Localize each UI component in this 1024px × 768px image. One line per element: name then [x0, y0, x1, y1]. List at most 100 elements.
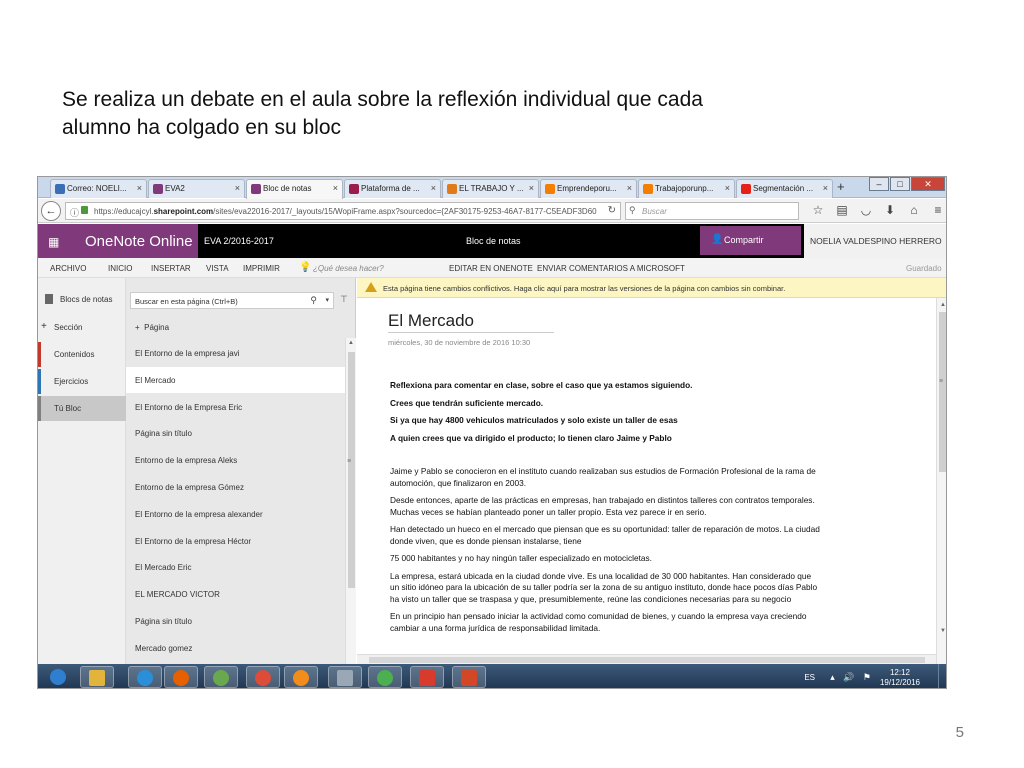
- content-scrollbar[interactable]: ▲ ≡ ▼: [936, 298, 946, 664]
- page-body[interactable]: Reflexiona para comentar en clase, sobre…: [390, 380, 820, 640]
- taskbar-app-button[interactable]: [284, 666, 318, 688]
- browser-tab[interactable]: EVA2 ×: [148, 179, 245, 198]
- page-list-item[interactable]: El Entorno de la empresa Héctor: [126, 528, 348, 554]
- download-icon[interactable]: ⬇: [878, 203, 902, 217]
- taskbar-app-button[interactable]: [246, 666, 280, 688]
- show-desktop-button[interactable]: [938, 664, 946, 688]
- tab-archivo[interactable]: ARCHIVO: [50, 264, 86, 273]
- taskbar-app-button[interactable]: [328, 666, 362, 688]
- pages-scroll-thumb[interactable]: [348, 352, 355, 588]
- tray-icons[interactable]: ▴ 🔊 ⚑: [830, 672, 874, 683]
- edit-in-onenote-button[interactable]: EDITAR EN ONENOTE: [449, 264, 533, 273]
- browser-search-input[interactable]: ⚲ Buscar: [625, 202, 799, 220]
- section-item[interactable]: Ejercicios: [38, 369, 126, 394]
- page-list-item[interactable]: Entorno de la empresa Gómez: [126, 474, 348, 500]
- feedback-button[interactable]: ENVIAR COMENTARIOS A MICROSOFT: [537, 264, 685, 273]
- search-icon[interactable]: ⚲: [310, 295, 317, 306]
- close-tab-icon[interactable]: ×: [431, 183, 436, 193]
- conflict-warning-bar[interactable]: Esta página tiene cambios conflictivos. …: [357, 278, 946, 298]
- url-prefix: https://educajcyl.: [94, 207, 154, 216]
- page-list-item[interactable]: EL MERCADO VICTOR: [126, 581, 348, 607]
- close-window-icon[interactable]: ✕: [911, 177, 945, 191]
- maximize-icon[interactable]: □: [890, 177, 910, 191]
- close-tab-icon[interactable]: ×: [725, 183, 730, 193]
- page-list-item[interactable]: Página sin título: [126, 608, 348, 634]
- page-list-item[interactable]: Entorno de la empresa Aleks: [126, 447, 348, 473]
- home-icon[interactable]: ⌂: [902, 203, 926, 217]
- taskbar-app-button[interactable]: [80, 666, 114, 688]
- section-item[interactable]: Contenidos: [38, 342, 126, 367]
- url-domain: sharepoint.com: [153, 207, 214, 216]
- taskbar-app-button[interactable]: [164, 666, 198, 688]
- taskbar-app-button[interactable]: [452, 666, 486, 688]
- explorer-folder-icon: [89, 670, 105, 686]
- onenote-header: ▦ OneNote Online EVA 2/2016-2017 Bloc de…: [38, 224, 946, 258]
- pin-icon[interactable]: ⊤: [340, 294, 348, 305]
- info-icon[interactable]: ⓘ: [70, 206, 79, 219]
- bookmarks-list-icon[interactable]: ▤: [830, 203, 854, 217]
- back-button[interactable]: ←: [41, 201, 61, 221]
- scroll-down-icon[interactable]: ▼: [940, 628, 946, 634]
- browser-tab[interactable]: Trabajoporunp... ×: [638, 179, 735, 198]
- browser-tab[interactable]: Bloc de notas ×: [246, 179, 343, 199]
- share-button[interactable]: 👤 Compartir: [700, 226, 801, 255]
- tab-inicio[interactable]: INICIO: [108, 264, 132, 273]
- tab-insertar[interactable]: INSERTAR: [151, 264, 191, 273]
- taskbar-app-button[interactable]: [128, 666, 162, 688]
- bookmark-star-icon[interactable]: ☆: [806, 203, 830, 217]
- page-list-item[interactable]: El Entorno de la empresa javi: [126, 340, 348, 366]
- new-tab-icon[interactable]: +: [837, 179, 845, 194]
- tab-imprimir[interactable]: IMPRIMIR: [243, 264, 280, 273]
- blogger-icon: [545, 184, 555, 194]
- add-page-button[interactable]: + Página: [135, 323, 169, 332]
- menu-icon[interactable]: ≡: [926, 203, 946, 217]
- page-search-input[interactable]: Buscar en esta página (Ctrl+B) ⚲ ▾: [130, 292, 334, 309]
- page-list-item[interactable]: Página sin título: [126, 420, 348, 446]
- taskbar-app-button[interactable]: [368, 666, 402, 688]
- page-list-item[interactable]: El Mercado: [126, 366, 348, 393]
- horizontal-scrollbar[interactable]: [357, 654, 936, 664]
- browser-tab[interactable]: Correo: NOELI... ×: [50, 179, 147, 198]
- chevron-down-icon[interactable]: ▾: [325, 296, 329, 304]
- reload-icon[interactable]: ↻: [608, 205, 616, 216]
- browser-tab[interactable]: Segmentación ... ×: [736, 179, 833, 198]
- content-scroll-thumb[interactable]: [939, 312, 946, 472]
- scroll-up-icon[interactable]: ▲: [348, 340, 354, 346]
- pages-scrollbar[interactable]: ▲ ≡: [345, 338, 356, 664]
- page-list-item[interactable]: El Entorno de la empresa alexander: [126, 501, 348, 527]
- close-tab-icon[interactable]: ×: [333, 183, 338, 193]
- scroll-up-icon[interactable]: ▲: [940, 302, 946, 308]
- add-section-button[interactable]: + Sección: [38, 315, 126, 340]
- start-orb-icon: [50, 669, 66, 685]
- address-bar[interactable]: ⓘ https://educajcyl.sharepoint.com/sites…: [65, 202, 621, 220]
- page-list-item[interactable]: El Mercado Eric: [126, 554, 348, 580]
- close-tab-icon[interactable]: ×: [235, 183, 240, 193]
- horizontal-scroll-thumb[interactable]: [369, 657, 925, 663]
- close-tab-icon[interactable]: ×: [529, 183, 534, 193]
- app-launcher-icon[interactable]: ▦: [48, 235, 59, 249]
- tab-vista[interactable]: VISTA: [206, 264, 229, 273]
- user-name[interactable]: NOELIA VALDESPINO HERRERO: [804, 224, 946, 258]
- pocket-icon[interactable]: ◡: [854, 203, 878, 217]
- clock[interactable]: 12:12 19/12/2016: [880, 668, 920, 688]
- taskbar-app-button[interactable]: [42, 666, 76, 688]
- app-icon: [213, 670, 229, 686]
- page-list-item[interactable]: El Entorno de la Empresa Eric: [126, 394, 348, 420]
- page-list-item[interactable]: Mercado gomez: [126, 635, 348, 661]
- browser-tab[interactable]: EL TRABAJO Y ... ×: [442, 179, 539, 198]
- browser-tab[interactable]: Emprendeporu... ×: [540, 179, 637, 198]
- section-item[interactable]: Tú Bloc: [38, 396, 126, 421]
- close-tab-icon[interactable]: ×: [823, 183, 828, 193]
- page-title[interactable]: El Mercado: [388, 311, 474, 331]
- taskbar-app-button[interactable]: [204, 666, 238, 688]
- minimize-icon[interactable]: –: [869, 177, 889, 191]
- tell-me-input[interactable]: ¿Qué desea hacer?: [313, 264, 384, 273]
- close-tab-icon[interactable]: ×: [627, 183, 632, 193]
- language-indicator[interactable]: ES: [804, 673, 815, 682]
- app-name[interactable]: OneNote Online: [85, 233, 193, 250]
- taskbar-app-button[interactable]: [410, 666, 444, 688]
- browser-tab[interactable]: Plataforma de ... ×: [344, 179, 441, 198]
- notebook-name[interactable]: EVA 2/2016-2017: [204, 236, 274, 246]
- close-tab-icon[interactable]: ×: [137, 183, 142, 193]
- notebooks-button[interactable]: Blocs de notas: [38, 288, 126, 313]
